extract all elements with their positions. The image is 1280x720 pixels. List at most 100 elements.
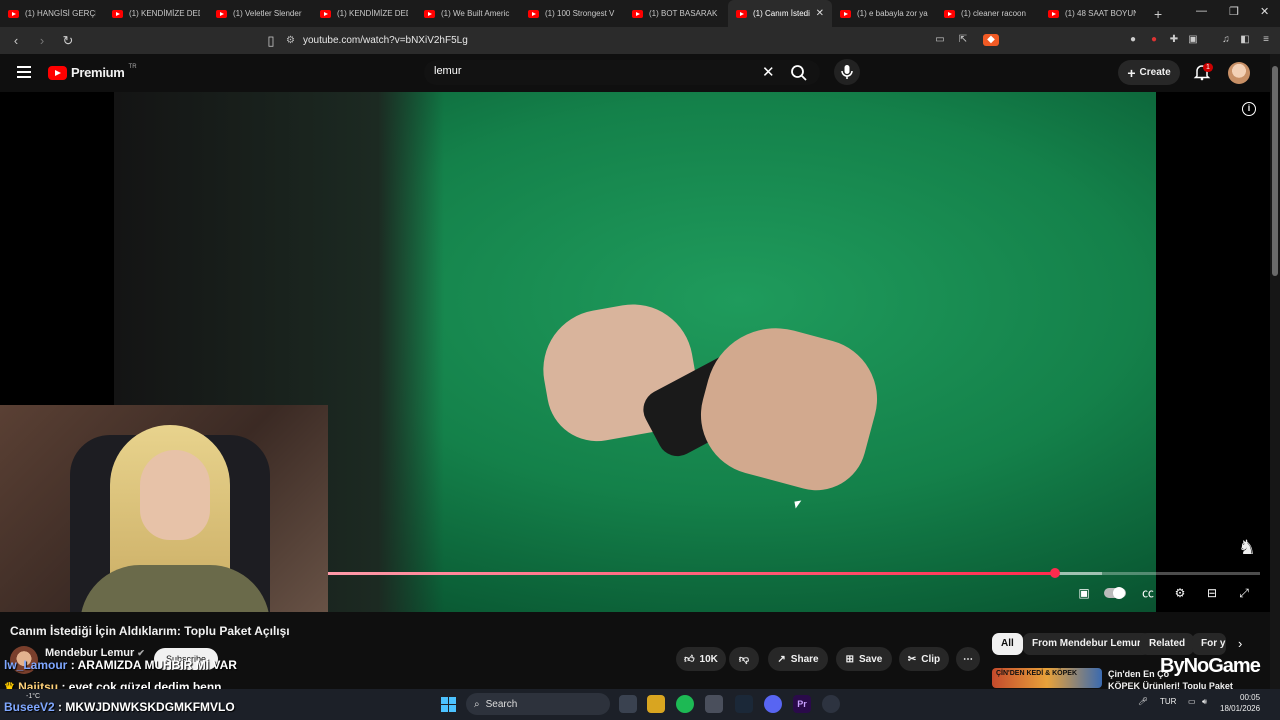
- url-field[interactable]: ⚙ youtube.com/watch?v=bNXiV2hF5Lg: [280, 31, 1000, 50]
- chat-sep: :: [67, 658, 78, 672]
- youtube-logo[interactable]: Premium TR: [48, 63, 137, 80]
- minimize-icon[interactable]: —: [1196, 5, 1207, 17]
- maximize-icon[interactable]: ❐: [1229, 5, 1239, 18]
- clip-button[interactable]: ✂ Clip: [899, 647, 949, 671]
- split-view-icon[interactable]: ◧: [1239, 34, 1251, 46]
- browser-tab[interactable]: (1) Canım İstedi ✕: [728, 0, 832, 27]
- settings-gear-icon[interactable]: ⚙: [1171, 585, 1189, 601]
- site-info-icon[interactable]: ⚙: [286, 35, 295, 46]
- browser-tab[interactable]: (1) HANGİSİ GERÇEK: [0, 0, 104, 27]
- bookmark-icon[interactable]: ▯: [261, 33, 281, 49]
- tab-label: (1) e babayla zor ya: [857, 9, 928, 18]
- back-icon[interactable]: ‹: [6, 33, 26, 48]
- theater-mode-icon[interactable]: ⊟: [1203, 585, 1221, 601]
- tab-label: (1) Canım İstedi: [753, 9, 810, 18]
- extensions-puzzle-icon[interactable]: ✚: [1168, 34, 1180, 46]
- notification-count-badge: 1: [1203, 63, 1213, 72]
- reload-icon[interactable]: ↻: [58, 33, 78, 49]
- account-avatar[interactable]: [1228, 62, 1250, 84]
- youtube-favicon-icon: [424, 9, 435, 18]
- progress-scrubber[interactable]: [1049, 568, 1060, 578]
- verified-icon: ✔: [137, 648, 145, 658]
- browser-tab[interactable]: (1) BOT BASARAK K: [624, 0, 728, 27]
- media-icon[interactable]: ♫: [1220, 34, 1232, 46]
- steam-icon[interactable]: [735, 695, 753, 713]
- browser-app-icon[interactable]: [822, 695, 840, 713]
- miniplayer-icon[interactable]: ▣: [1075, 585, 1093, 601]
- browser-tab[interactable]: (1) KENDİMİZE DED: [312, 0, 416, 27]
- share-page-icon[interactable]: ⇱: [957, 34, 969, 46]
- create-button[interactable]: + Create: [1118, 60, 1180, 85]
- taskbar-clock[interactable]: 00:05 18/01/2026: [1220, 692, 1260, 714]
- extension-record-icon[interactable]: ●: [1148, 34, 1160, 46]
- browser-tab[interactable]: (1) e babayla zor ya: [832, 0, 936, 27]
- clear-search-icon[interactable]: ✕: [762, 63, 775, 81]
- tab-label: (1) KENDİMİZE DEDE: [129, 9, 200, 18]
- browser-tab[interactable]: (1) KENDİMİZE DEDE: [104, 0, 208, 27]
- streaming-app-icon[interactable]: [705, 695, 723, 713]
- save-label: Save: [859, 653, 883, 665]
- cast-icon[interactable]: ▭: [934, 34, 946, 46]
- new-tab-icon[interactable]: +: [1154, 6, 1162, 22]
- dislike-button[interactable]: 👎︎: [729, 647, 759, 671]
- weather-widget[interactable]: -1°C: [26, 693, 40, 700]
- brand-text: Premium: [71, 65, 125, 80]
- chip-for-you[interactable]: For y: [1192, 633, 1226, 655]
- scrollbar-thumb[interactable]: [1272, 66, 1278, 276]
- discord-icon[interactable]: [764, 695, 782, 713]
- progress-bar[interactable]: [328, 568, 1260, 578]
- close-window-icon[interactable]: ✕: [1260, 5, 1269, 18]
- chip-all[interactable]: All: [992, 633, 1023, 655]
- chips-next-icon[interactable]: ›: [1238, 636, 1242, 651]
- mic-tray-icon[interactable]: 🎤︎: [1138, 697, 1148, 706]
- share-button[interactable]: ↗ Share: [768, 647, 828, 671]
- brave-shield-icon[interactable]: ◆: [983, 34, 999, 46]
- browser-tab[interactable]: (1) Veletler Slender: [208, 0, 312, 27]
- country-code: TR: [128, 63, 137, 70]
- volume-icon[interactable]: 🔊︎: [1202, 697, 1207, 707]
- taskbar-search[interactable]: ⌕ Search: [466, 693, 610, 715]
- channel-watermark-icon[interactable]: ♞: [1238, 535, 1256, 560]
- search-box: ✕: [424, 60, 820, 85]
- task-view-icon[interactable]: [619, 695, 637, 713]
- browser-tab[interactable]: (1) cleaner racoon: [936, 0, 1040, 27]
- browser-tab[interactable]: (1) 48 SAAT BOYUN: [1040, 0, 1144, 27]
- spotify-icon[interactable]: [676, 695, 694, 713]
- like-button[interactable]: 👍︎ 10K: [676, 647, 726, 671]
- browser-tab[interactable]: (1) We Built Americ: [416, 0, 520, 27]
- file-explorer-icon[interactable]: [647, 695, 665, 713]
- browser-menu-icon[interactable]: ≡: [1260, 34, 1272, 46]
- network-icon[interactable]: ▭: [1188, 697, 1196, 706]
- windows-start-icon[interactable]: [441, 697, 456, 712]
- captions-icon[interactable]: ㏄: [1139, 585, 1157, 601]
- like-count: 10K: [699, 653, 718, 665]
- sidebar-panel-icon[interactable]: ▣: [1187, 34, 1199, 46]
- browser-tab[interactable]: (1) 100 Strongest V: [520, 0, 624, 27]
- hamburger-menu-icon[interactable]: [17, 66, 31, 78]
- save-button[interactable]: ⊞ Save: [836, 647, 892, 671]
- fullscreen-icon[interactable]: ⤢: [1235, 585, 1253, 601]
- share-label: Share: [790, 653, 819, 665]
- autoplay-toggle[interactable]: [1104, 585, 1126, 601]
- tab-label: (1) HANGİSİ GERÇEK: [25, 9, 96, 18]
- video-info-icon[interactable]: i: [1242, 102, 1256, 116]
- close-tab-icon[interactable]: ✕: [816, 8, 824, 19]
- sponsor-watermark: ByNoGame: [1160, 655, 1261, 677]
- chat-sep: :: [54, 700, 66, 714]
- voice-search-icon[interactable]: [834, 59, 860, 85]
- next-video-thumbnail[interactable]: ÇİN'DEN KEDİ & KÖPEK: [992, 668, 1102, 688]
- browser-tab-bar: (1) HANGİSİ GERÇEK (1) KENDİMİZE DEDE (1) …: [0, 0, 1280, 27]
- extension-icon[interactable]: ●: [1127, 34, 1139, 46]
- search-icon[interactable]: [790, 64, 808, 82]
- chip-from-channel[interactable]: From Mendebur Lemur: [1023, 633, 1150, 655]
- forward-icon[interactable]: ›: [32, 33, 52, 48]
- chip-related[interactable]: Related: [1140, 633, 1195, 655]
- chat-message: lw_Lamour : ARAMIZDA MUHBİR Mİ VAR: [4, 658, 237, 672]
- page-scrollbar[interactable]: [1270, 54, 1280, 689]
- more-actions-icon[interactable]: ⋯: [956, 647, 980, 671]
- clock-time: 00:05: [1240, 693, 1261, 702]
- youtube-favicon-icon: [112, 9, 123, 18]
- premiere-pro-icon[interactable]: Pr: [793, 695, 811, 713]
- language-indicator[interactable]: TUR: [1160, 697, 1176, 706]
- search-input[interactable]: [434, 65, 754, 77]
